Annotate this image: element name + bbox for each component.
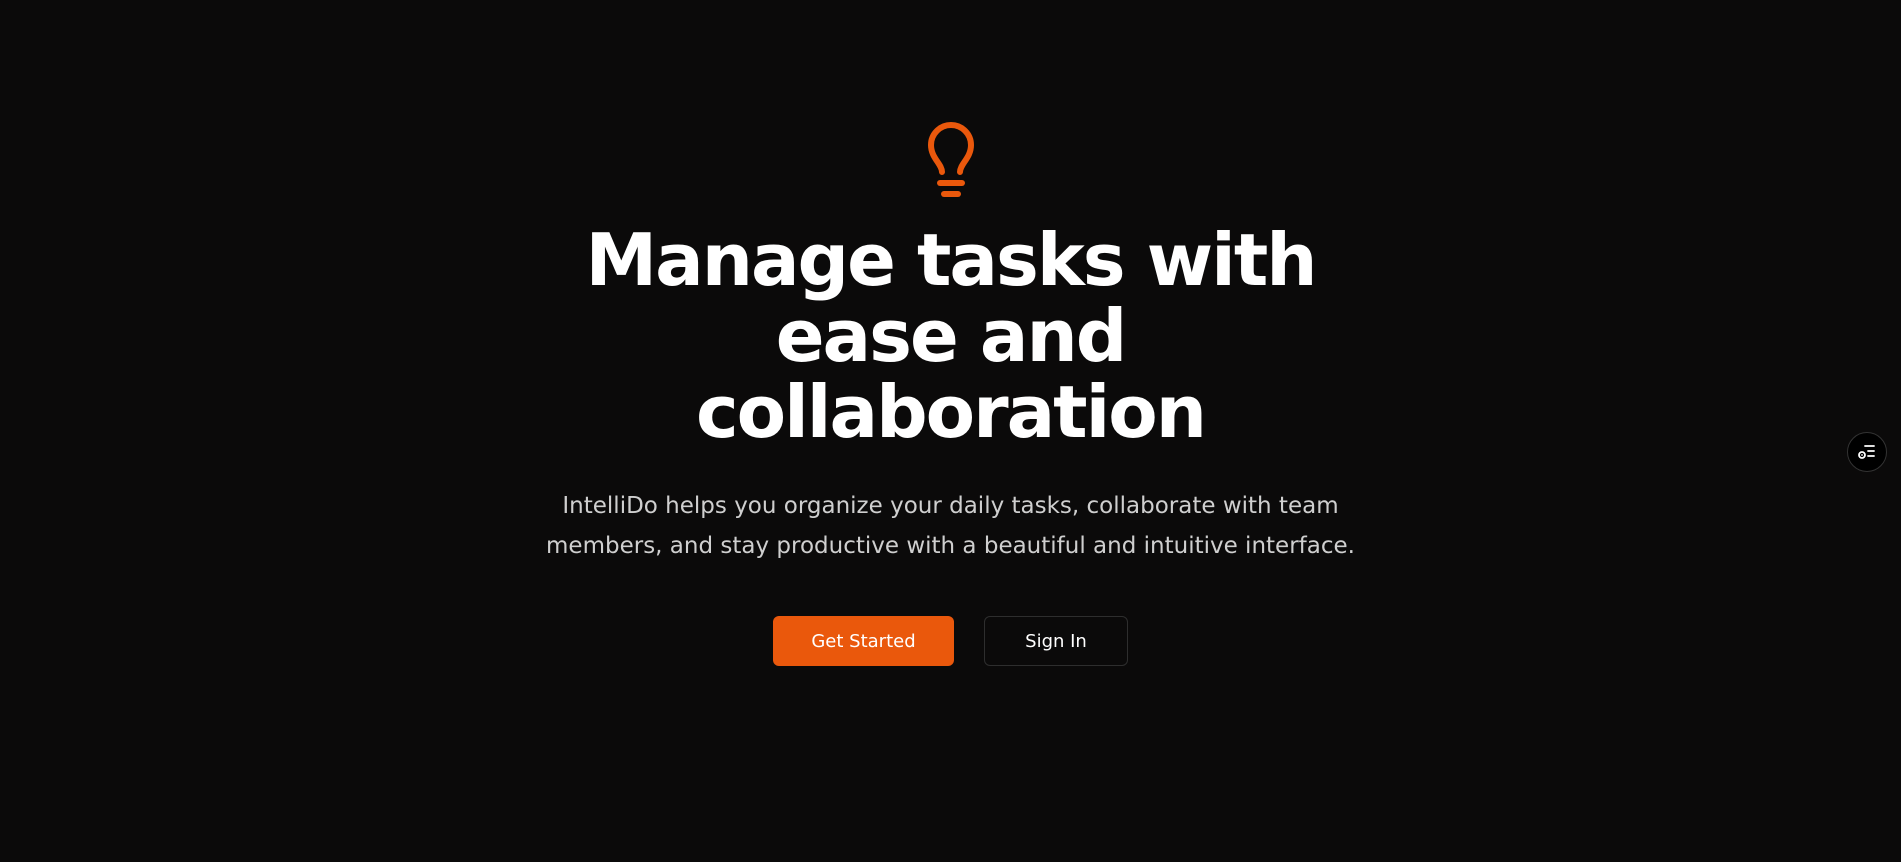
lightbulb-icon bbox=[927, 122, 974, 197]
landing-page: Manage tasks with ease and collaboration… bbox=[0, 0, 1901, 862]
hero-section: Manage tasks with ease and collaboration… bbox=[0, 0, 1901, 666]
get-started-button[interactable]: Get Started bbox=[773, 616, 954, 666]
hero-headline: Manage tasks with ease and collaboration bbox=[585, 218, 1317, 454]
sign-in-button[interactable]: Sign In bbox=[984, 616, 1128, 666]
floating-widget-button[interactable] bbox=[1847, 432, 1887, 472]
list-settings-icon bbox=[1858, 445, 1875, 459]
hero-subtitle: IntelliDo helps you organize your daily … bbox=[546, 493, 1355, 559]
hero-actions: Get Started Sign In bbox=[773, 616, 1128, 666]
